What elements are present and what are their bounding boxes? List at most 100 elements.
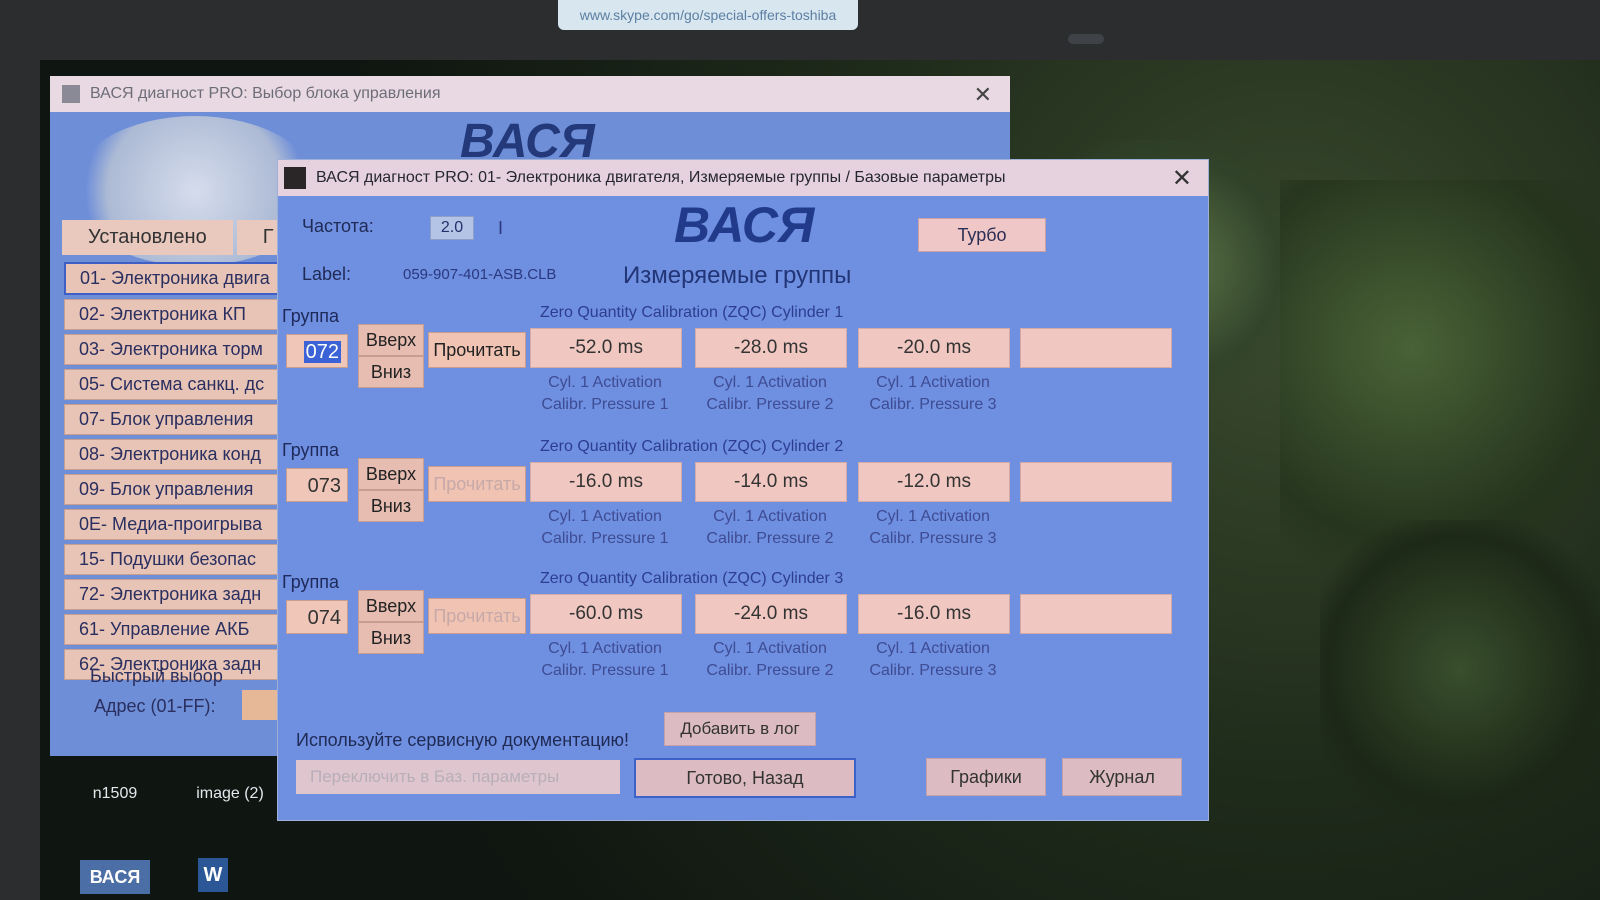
close-icon[interactable]: ✕ [1172,164,1192,193]
laptop-sticker: www.skype.com/go/special-offers-toshiba [558,0,858,30]
caption-line: Cyl. 1 Activation [548,508,662,525]
group-down-button[interactable]: Вниз [358,490,424,522]
front-window-title: ВАСЯ диагност PRO: 01- Электроника двига… [316,169,1006,186]
caption-line: Calibr. Pressure 3 [869,530,997,547]
measured-value: -20.0 ms [858,328,1010,368]
list-item[interactable]: 08- Электроника конд [64,439,304,470]
caption-line: Calibr. Pressure 1 [541,396,669,413]
read-button[interactable]: Прочитать [428,466,526,502]
group-number-input[interactable]: 073 [286,468,348,502]
group-number-input[interactable]: 072 [286,334,348,368]
value-caption: Cyl. 1 Activation Calibr. Pressure 3 [848,372,1018,416]
desktop-icon-image2[interactable]: image (2) [185,785,275,803]
caption-line: Cyl. 1 Activation [713,640,827,657]
group-up-button[interactable]: Вверх [358,458,424,490]
desktop-icon-n1509[interactable]: n1509 [85,785,145,803]
address-label: Адрес (01-FF): [94,696,216,716]
graphs-button[interactable]: Графики [926,758,1046,796]
tab-bar: Установлено Г [62,220,304,255]
measured-value: -14.0 ms [695,462,847,502]
value-caption: Cyl. 1 Activation Calibr. Pressure 2 [685,506,855,550]
measuring-groups-window: ВАСЯ диагност PRO: 01- Электроника двига… [278,160,1208,820]
group-title: Zero Quantity Calibration (ZQC) Cylinder… [540,570,844,587]
measured-value-empty [1020,594,1172,634]
group-up-button[interactable]: Вверх [358,324,424,356]
caption-line: Cyl. 1 Activation [876,374,990,391]
label-caption: Label: [302,264,352,284]
done-back-button[interactable]: Готово, Назад [634,758,856,798]
mode-title: Измеряемые группы [623,262,852,289]
group-down-button[interactable]: Вниз [358,622,424,654]
group-label: Группа [282,440,340,460]
list-item[interactable]: 05- Система санкц. дс [64,369,304,400]
value-caption: Cyl. 1 Activation Calibr. Pressure 1 [520,638,690,682]
value-caption: Cyl. 1 Activation Calibr. Pressure 1 [520,506,690,550]
value-caption: Cyl. 1 Activation Calibr. Pressure 1 [520,372,690,416]
group-number-input[interactable]: 074 [286,600,348,634]
frequency-field[interactable]: 2.0 [430,216,474,240]
list-item[interactable]: 15- Подушки безопас [64,544,304,575]
list-item[interactable]: 61- Управление АКБ [64,614,304,645]
journal-button[interactable]: Журнал [1062,758,1182,796]
caption-line: Cyl. 1 Activation [548,374,662,391]
list-item[interactable]: 09- Блок управления [64,474,304,505]
app-icon [62,85,80,103]
back-window-title: ВАСЯ диагност PRO: Выбор блока управлени… [90,85,441,102]
value-caption: Cyl. 1 Activation Calibr. Pressure 2 [685,638,855,682]
group-up-button[interactable]: Вверх [358,590,424,622]
caption-line: Calibr. Pressure 2 [706,662,834,679]
caption-line: Calibr. Pressure 2 [706,530,834,547]
list-item[interactable]: 0Е- Медиа-проигрыва [64,509,304,540]
back-window-titlebar[interactable]: ВАСЯ диагност PRO: Выбор блока управлени… [50,76,1010,112]
close-icon[interactable]: ✕ [974,82,992,108]
caption-line: Calibr. Pressure 1 [541,662,669,679]
app-icon [284,167,306,189]
measured-value-empty [1020,462,1172,502]
caption-line: Cyl. 1 Activation [713,374,827,391]
group-title: Zero Quantity Calibration (ZQC) Cylinder… [540,438,844,455]
desktop-icon-vasya[interactable]: ВАСЯ [80,860,150,894]
list-item[interactable]: 03- Электроника торм [64,334,304,365]
list-item[interactable]: 07- Блок управления [64,404,304,435]
front-window-titlebar[interactable]: ВАСЯ диагност PRO: 01- Электроника двига… [278,160,1208,196]
tab-installed[interactable]: Установлено [62,220,233,255]
list-item[interactable]: 02- Электроника КП [64,299,304,330]
measured-value: -16.0 ms [530,462,682,502]
caption-line: Calibr. Pressure 1 [541,530,669,547]
switch-basic-settings-button[interactable]: Переключить в Баз. параметры [296,760,620,794]
value-caption: Cyl. 1 Activation Calibr. Pressure 2 [685,372,855,416]
label-file-value: 059-907-401-ASB.CLB [403,266,557,283]
caption-line: Cyl. 1 Activation [876,508,990,525]
list-item[interactable]: 72- Электроника задн [64,579,304,610]
documentation-notice: Используйте сервисную документацию! [296,730,630,750]
frequency-indicator: I [498,218,504,238]
caption-line: Cyl. 1 Activation [876,640,990,657]
measured-value: -12.0 ms [858,462,1010,502]
measured-value: -16.0 ms [858,594,1010,634]
caption-line: Calibr. Pressure 3 [869,396,997,413]
measuring-group: Группа 074 Вверх Вниз Прочитать Zero Qua… [278,570,1208,700]
group-down-button[interactable]: Вниз [358,356,424,388]
group-label: Группа [282,572,340,592]
turbo-button[interactable]: Турбо [918,218,1046,252]
value-caption: Cyl. 1 Activation Calibr. Pressure 3 [848,506,1018,550]
group-title: Zero Quantity Calibration (ZQC) Cylinder… [540,304,844,321]
frequency-label: Частота: [302,216,374,236]
add-to-log-button[interactable]: Добавить в лог [664,712,816,746]
read-button[interactable]: Прочитать [428,332,526,368]
caption-line: Calibr. Pressure 3 [869,662,997,679]
desktop-icon-word[interactable]: W [198,858,228,892]
measured-value: -60.0 ms [530,594,682,634]
webcam [1068,34,1104,44]
measured-value: -24.0 ms [695,594,847,634]
list-item[interactable]: 01- Электроника двига [64,262,304,295]
brand-logo: ВАСЯ [674,197,815,253]
group-number-value: 072 [303,341,341,363]
address-input[interactable] [242,690,282,720]
measuring-group: Группа 073 Вверх Вниз Прочитать Zero Qua… [278,438,1208,568]
measured-value: -28.0 ms [695,328,847,368]
quick-select-label: Быстрый выбор [90,666,223,686]
value-caption: Cyl. 1 Activation Calibr. Pressure 3 [848,638,1018,682]
read-button[interactable]: Прочитать [428,598,526,634]
control-unit-list: 01- Электроника двига 02- Электроника КП… [64,262,304,684]
